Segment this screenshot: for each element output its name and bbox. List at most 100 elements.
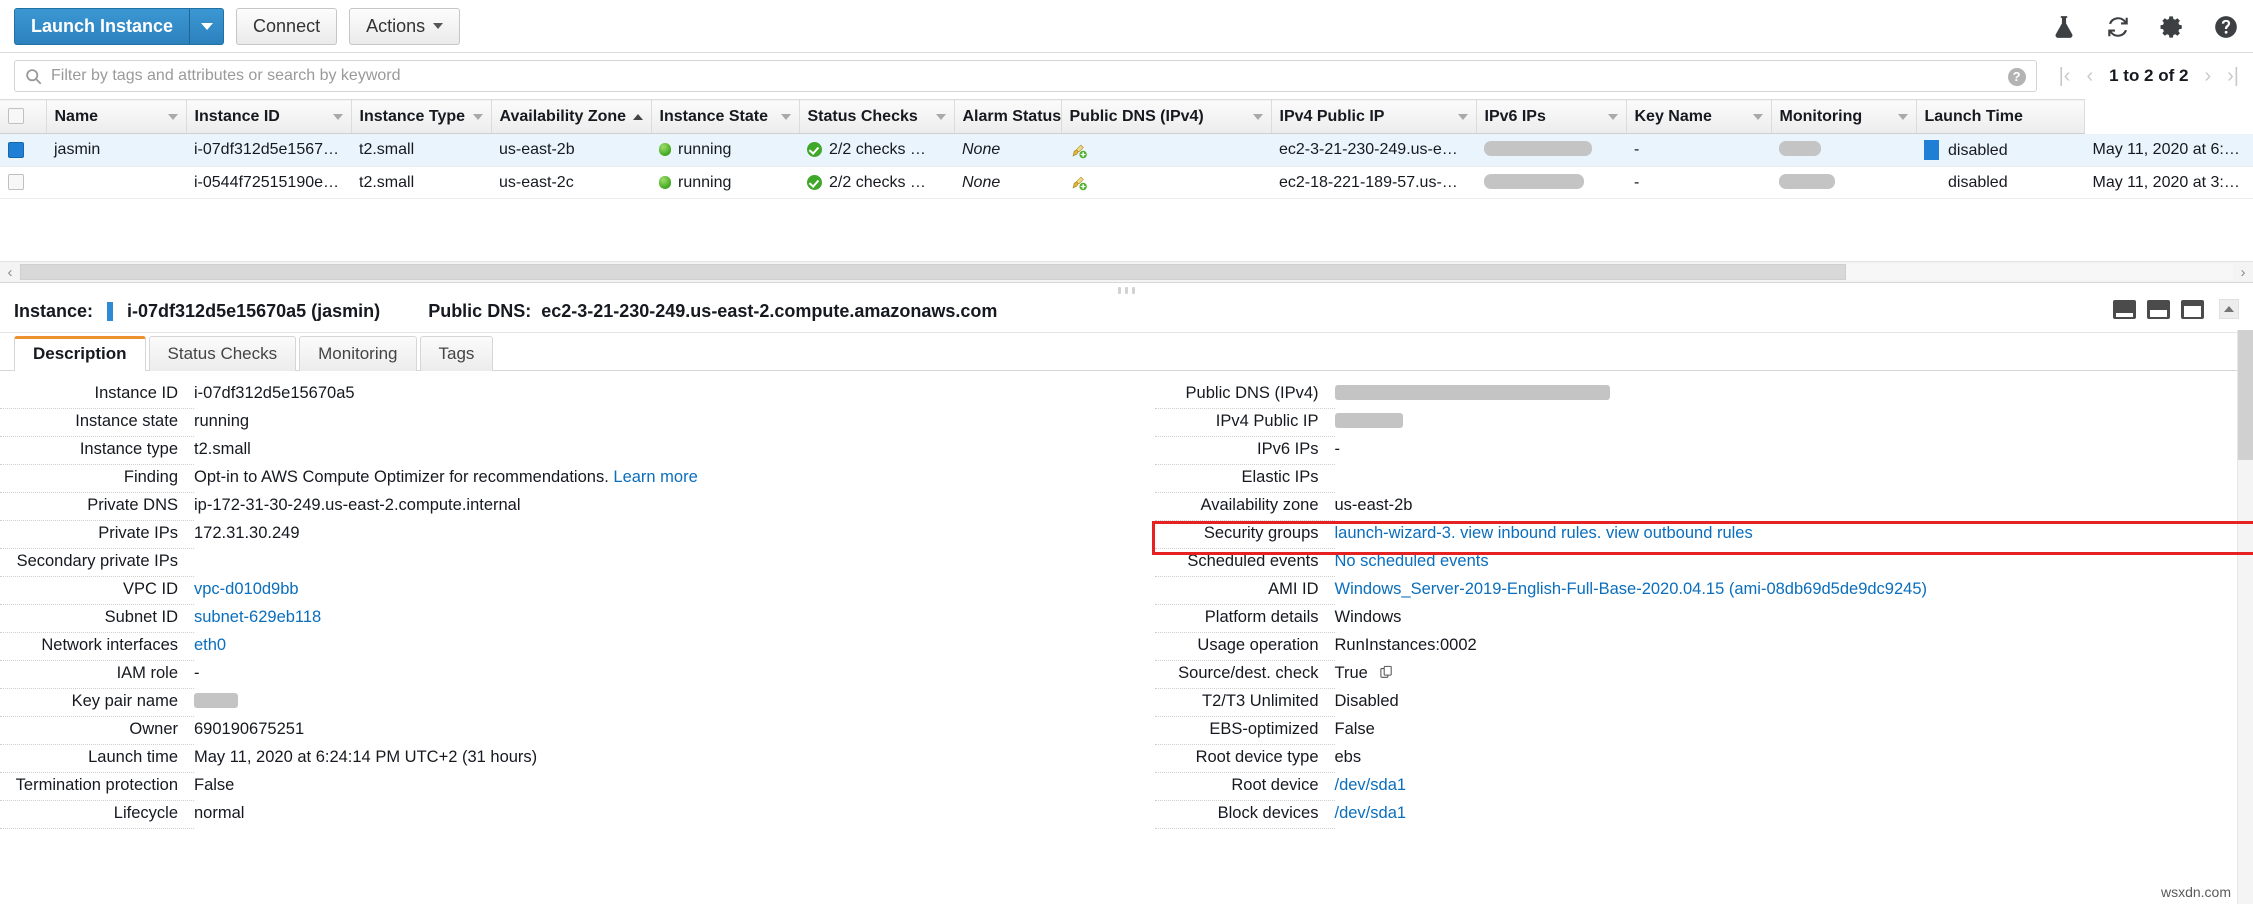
detail-row-ipv4-public-ip: IPv4 Public IP: [1154, 412, 2253, 440]
tab-tags[interactable]: Tags: [419, 336, 494, 371]
state-running-icon: [659, 175, 671, 189]
create-alarm-icon[interactable]: [1069, 173, 1089, 191]
detail-row-elastic-ips: Elastic IPs: [1154, 468, 2253, 496]
panel-size-small-button[interactable]: [2113, 299, 2136, 319]
scrollbar-track[interactable]: [20, 264, 2233, 280]
pagination-next-button[interactable]: ›: [2204, 65, 2211, 88]
detail-label: Lifecycle: [0, 804, 194, 829]
column-label: Instance ID: [194, 107, 280, 125]
panel-size-large-button[interactable]: [2181, 299, 2204, 319]
cell-monitoring: disabled: [1916, 133, 2085, 167]
detail-label: Block devices: [1154, 804, 1335, 829]
actions-button[interactable]: Actions: [349, 7, 461, 45]
cell-alarm-status: None: [954, 133, 1061, 167]
cell-alarm-bell[interactable]: [1061, 133, 1271, 167]
cell-alarm-bell[interactable]: [1061, 166, 1271, 199]
cell-availability-zone: us-east-2b: [491, 133, 651, 167]
select-all-header[interactable]: [0, 99, 47, 134]
detail-row-key-pair-name: Key pair name: [0, 692, 1127, 720]
column-header-instance-id[interactable]: Instance ID: [186, 99, 352, 134]
chevron-down-icon[interactable]: [1897, 113, 1908, 120]
scroll-right-icon[interactable]: ›: [2233, 264, 2253, 281]
column-header-ipv6-ips[interactable]: IPv6 IPs: [1476, 99, 1627, 134]
table-horizontal-scrollbar[interactable]: ‹ ›: [0, 261, 2253, 283]
pagination-first-button[interactable]: |‹: [2059, 65, 2071, 88]
panel-size-medium-button[interactable]: [2147, 299, 2170, 319]
flask-icon[interactable]: [2051, 14, 2077, 40]
network-interface-link[interactable]: eth0: [194, 636, 226, 654]
column-header-availability-zone[interactable]: Availability Zone: [491, 99, 652, 134]
detail-row-availability-zone: Availability zone us-east-2b: [1154, 496, 2253, 524]
detail-value: 172.31.30.249: [194, 524, 300, 542]
tab-status-checks[interactable]: Status Checks: [148, 336, 297, 371]
launch-instance-dropdown-button[interactable]: [190, 7, 225, 45]
refresh-icon[interactable]: [2105, 14, 2131, 40]
pagination-last-button[interactable]: ›|: [2227, 65, 2239, 88]
column-label: Instance Type: [359, 107, 466, 125]
search-input[interactable]: [49, 66, 2036, 86]
chevron-down-icon[interactable]: [332, 113, 343, 120]
scroll-left-icon[interactable]: ‹: [0, 264, 20, 281]
row-checkbox[interactable]: [8, 141, 24, 158]
detail-label: Security groups: [1154, 524, 1335, 549]
column-header-status-checks[interactable]: Status Checks: [799, 99, 955, 134]
chevron-up-icon: [2224, 306, 2234, 312]
column-header-public-dns[interactable]: Public DNS (IPv4): [1061, 99, 1272, 134]
scrollbar-thumb[interactable]: [2238, 330, 2253, 460]
copy-icon[interactable]: [1380, 665, 1394, 680]
detail-panel-body: Instance ID i-07df312d5e15670a5 Instance…: [0, 371, 2253, 832]
chevron-down-icon[interactable]: [935, 113, 946, 120]
chevron-down-icon[interactable]: [1457, 113, 1468, 120]
chevron-down-icon[interactable]: [1252, 113, 1263, 120]
chevron-down-icon[interactable]: [167, 113, 178, 120]
scroll-up-button[interactable]: [2219, 299, 2239, 319]
block-devices-link[interactable]: /dev/sda1: [1335, 804, 1407, 822]
row-checkbox[interactable]: [8, 174, 24, 191]
column-header-ipv4-public-ip[interactable]: IPv4 Public IP: [1271, 99, 1477, 134]
panel-splitter[interactable]: [0, 283, 2253, 297]
row-select-cell[interactable]: [0, 166, 46, 199]
chevron-down-icon[interactable]: [472, 113, 483, 120]
detail-vertical-scrollbar[interactable]: [2237, 330, 2253, 904]
root-device-link[interactable]: /dev/sda1: [1335, 776, 1407, 794]
scheduled-events-link[interactable]: No scheduled events: [1335, 552, 1489, 570]
ami-id-link[interactable]: Windows_Server-2019-English-Full-Base-20…: [1335, 580, 1928, 598]
security-groups-link[interactable]: launch-wizard-3. view inbound rules. vie…: [1335, 524, 1753, 542]
tab-monitoring[interactable]: Monitoring: [299, 336, 417, 371]
gear-icon[interactable]: [2159, 14, 2185, 40]
column-header-name[interactable]: Name: [46, 99, 187, 134]
cell-name: jasmin: [46, 133, 186, 167]
launch-instance-button[interactable]: Launch Instance: [14, 7, 191, 45]
column-header-instance-state[interactable]: Instance State: [651, 99, 800, 134]
column-header-monitoring[interactable]: Monitoring: [1771, 99, 1917, 134]
search-box[interactable]: ?: [14, 60, 2037, 92]
create-alarm-icon[interactable]: [1069, 141, 1089, 159]
subnet-id-link[interactable]: subnet-629eb118: [194, 608, 321, 626]
learn-more-link[interactable]: Learn more: [613, 468, 697, 486]
table-row[interactable]: jasmin i-07df312d5e15670a5 t2.small us-e…: [0, 133, 2253, 167]
search-help-icon[interactable]: ?: [2007, 68, 2026, 86]
column-label: Availability Zone: [499, 107, 627, 125]
column-header-launch-time[interactable]: Launch Time: [1916, 99, 2085, 134]
cell-key-name: [1771, 133, 1916, 167]
connect-button[interactable]: Connect: [236, 7, 338, 45]
table-row[interactable]: i-0544f72515190eaaa t2.small us-east-2c …: [0, 166, 2253, 199]
detail-value: /dev/sda1: [1335, 804, 2253, 828]
row-select-cell[interactable]: [0, 133, 46, 167]
column-header-instance-type[interactable]: Instance Type: [351, 99, 492, 134]
column-header-key-name[interactable]: Key Name: [1626, 99, 1772, 134]
pagination-prev-button[interactable]: ‹: [2086, 65, 2093, 88]
chevron-down-icon[interactable]: [780, 113, 791, 120]
tab-description[interactable]: Description: [14, 336, 146, 371]
help-icon[interactable]: [2213, 14, 2239, 40]
detail-value: eth0: [194, 636, 1127, 660]
vpc-id-link[interactable]: vpc-d010d9bb: [194, 580, 299, 598]
detail-value: False: [194, 776, 235, 794]
detail-label: Source/dest. check: [1154, 664, 1335, 689]
column-header-alarm-status[interactable]: Alarm Status: [954, 99, 1062, 134]
chevron-down-icon[interactable]: [1752, 113, 1763, 120]
chevron-up-icon[interactable]: [632, 113, 643, 120]
scrollbar-thumb[interactable]: [20, 264, 1846, 280]
chevron-down-icon[interactable]: [1607, 113, 1618, 120]
select-all-checkbox[interactable]: [8, 108, 24, 125]
